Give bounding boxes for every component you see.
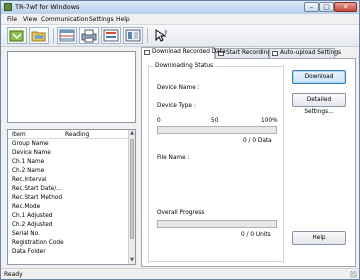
scale-min: 0 bbox=[157, 118, 161, 124]
menu-settings[interactable]: Settings bbox=[89, 16, 114, 23]
tab-label: Start Recording bbox=[226, 50, 271, 56]
units-count: 0 / 0 Units bbox=[241, 232, 271, 238]
menu-view[interactable]: View bbox=[23, 16, 37, 23]
menu-file[interactable]: File bbox=[7, 16, 17, 23]
toolbar: ? bbox=[1, 25, 359, 47]
list-item: Group Name bbox=[12, 141, 49, 147]
download-data-icon[interactable] bbox=[7, 27, 27, 44]
tab-download-recorded-data[interactable]: Download Recorded Data bbox=[141, 47, 226, 59]
settings-icon[interactable] bbox=[123, 27, 143, 44]
list-item: Data Folder bbox=[12, 249, 46, 255]
device-type-label: Device Type : bbox=[157, 103, 196, 109]
list-item: Serial No. bbox=[12, 231, 40, 237]
scroll-down-icon[interactable]: ▼ bbox=[129, 257, 135, 264]
window-title: TR-7wf for Windows bbox=[15, 3, 80, 11]
svg-text:?: ? bbox=[164, 30, 167, 37]
title-bar[interactable]: TR-7wf for Windows – □ ✕ bbox=[1, 1, 359, 14]
client-area: Item Reading Group Name Device Name Ch.1… bbox=[1, 47, 359, 268]
list-item: Rec.Mode bbox=[12, 204, 41, 210]
device-name-label: Device Name : bbox=[157, 85, 200, 91]
open-file-icon[interactable] bbox=[29, 27, 49, 44]
tab-strip: Download Recorded Data Start Recording A… bbox=[141, 47, 356, 59]
tab-auto-upload-settings[interactable]: Auto-upload Settings bbox=[269, 48, 341, 58]
list-scrollbar[interactable]: ▲ ▼ bbox=[128, 130, 135, 264]
data-progress-bar bbox=[157, 126, 277, 134]
list-item: Registration Code bbox=[12, 240, 64, 246]
left-pane: Item Reading Group Name Device Name Ch.1… bbox=[7, 51, 136, 268]
header-item[interactable]: Item bbox=[12, 131, 26, 138]
preview-area bbox=[7, 51, 136, 123]
list-item: Ch.2 Adjusted bbox=[12, 222, 53, 228]
list-item: Rec.Start Method bbox=[12, 195, 63, 201]
group-title: Downloading Status bbox=[153, 63, 216, 69]
data-count: 0 / 0 Data bbox=[243, 138, 272, 144]
close-button[interactable]: ✕ bbox=[334, 2, 357, 12]
list-item: Ch.1 Adjusted bbox=[12, 213, 53, 219]
download-button[interactable]: Download bbox=[292, 70, 346, 84]
list-item: Device Name bbox=[12, 150, 51, 156]
list-header: Item Reading bbox=[8, 130, 130, 139]
help-button[interactable]: Help bbox=[292, 231, 346, 245]
downloading-status-group: Downloading Status Device Name : Device … bbox=[148, 63, 284, 262]
app-icon bbox=[4, 3, 12, 11]
overall-progress-bar bbox=[157, 220, 277, 228]
scroll-up-icon[interactable]: ▲ bbox=[129, 130, 135, 137]
overall-progress-label: Overall Progress bbox=[157, 210, 205, 216]
download-panel: Downloading Status Device Name : Device … bbox=[141, 58, 356, 267]
download-tab-icon bbox=[144, 50, 150, 55]
list-item: Rec.Start Date/... bbox=[12, 186, 62, 192]
file-name-label: File Name : bbox=[157, 155, 190, 161]
list-item: Ch.1 Name bbox=[12, 159, 45, 165]
maximize-button[interactable]: □ bbox=[319, 2, 334, 12]
menu-communication[interactable]: Communication bbox=[41, 16, 88, 23]
list-item: Ch.2 Name bbox=[12, 168, 45, 174]
help-pointer-icon[interactable]: ? bbox=[151, 27, 171, 44]
scroll-thumb[interactable] bbox=[130, 139, 134, 239]
status-text: Ready bbox=[4, 271, 23, 278]
menu-help[interactable]: Help bbox=[116, 16, 130, 23]
menu-bar: File View Communication Settings Help bbox=[1, 14, 359, 25]
scale-mid: 50 bbox=[211, 118, 219, 124]
info-list[interactable]: Item Reading Group Name Device Name Ch.1… bbox=[7, 129, 136, 265]
detailed-settings-button[interactable]: Detailed Settings... bbox=[292, 93, 346, 115]
scale-max: 100% bbox=[261, 118, 278, 124]
resize-grip[interactable] bbox=[350, 271, 357, 278]
header-reading[interactable]: Reading bbox=[65, 131, 89, 138]
upload-tab-icon bbox=[272, 51, 278, 56]
list-item: Rec.Interval bbox=[12, 177, 47, 183]
device-list-icon[interactable] bbox=[101, 27, 121, 44]
status-bar: Ready bbox=[1, 268, 359, 279]
data-table-icon[interactable] bbox=[57, 27, 77, 44]
minimize-button[interactable]: – bbox=[304, 2, 319, 12]
app-window: TR-7wf for Windows – □ ✕ File View Commu… bbox=[0, 0, 360, 280]
tab-label: Auto-upload Settings bbox=[280, 50, 342, 56]
print-icon[interactable] bbox=[79, 27, 99, 44]
tab-label: Download Recorded Data bbox=[152, 49, 226, 55]
